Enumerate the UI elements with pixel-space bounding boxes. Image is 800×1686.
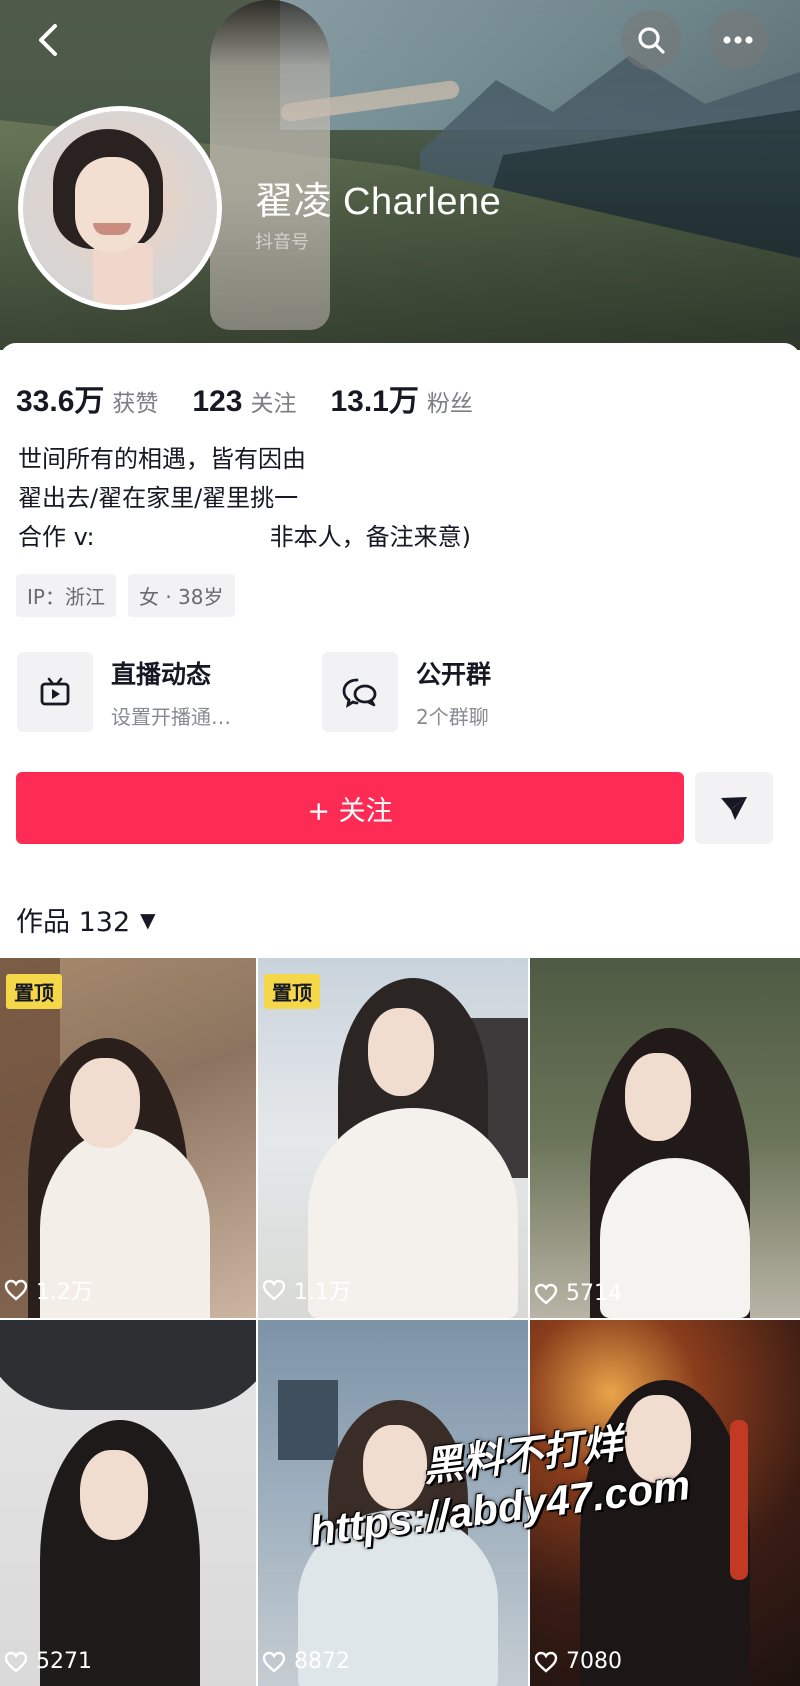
- tv-icon: [40, 677, 70, 706]
- stat-label: 粉丝: [426, 391, 473, 417]
- more-dots-icon: [723, 36, 753, 44]
- like-count: 1.2万: [4, 1274, 93, 1306]
- video-thumbnail[interactable]: 5271: [0, 1320, 256, 1686]
- avatar[interactable]: [18, 106, 222, 310]
- pinned-badge: 置顶: [264, 974, 320, 1009]
- pinned-badge: 置顶: [6, 974, 62, 1009]
- stat-label: 获赞: [112, 391, 159, 417]
- douyin-id-label: 抖音号: [255, 232, 309, 253]
- ip-location-tag: IP：浙江: [16, 574, 116, 617]
- live-feature-icon-box: [17, 652, 93, 732]
- profile-name: 翟凌 Charlene: [255, 181, 502, 223]
- stat-value: 13.1万: [330, 385, 419, 418]
- video-grid: 置顶 1.2万 置顶 1.1万 5714 5271 8872 7080: [0, 958, 800, 1686]
- heart-icon: [262, 1651, 286, 1673]
- chevron-left-icon: [39, 24, 57, 56]
- live-feature-title: 直播动态: [111, 659, 212, 689]
- chat-bubbles-icon: [342, 678, 377, 708]
- like-count-value: 5271: [36, 1649, 92, 1674]
- profile-card: [0, 343, 800, 953]
- caret-down-icon: ▼: [140, 907, 156, 932]
- like-count: 8872: [262, 1649, 350, 1674]
- works-count-label: 作品 132: [16, 907, 131, 938]
- heart-icon: [262, 1279, 286, 1301]
- group-feature-subtitle: 2个群聊: [416, 704, 489, 729]
- like-count: 1.1万: [262, 1274, 351, 1306]
- profile-tags: IP：浙江 女 · 38岁: [16, 574, 247, 617]
- like-count-value: 1.1万: [294, 1280, 351, 1305]
- gender-age-tag: 女 · 38岁: [127, 574, 235, 617]
- like-count-value: 8872: [294, 1649, 350, 1674]
- like-count-value: 7080: [566, 1649, 622, 1674]
- heart-icon: [4, 1651, 28, 1673]
- heart-icon: [534, 1651, 558, 1673]
- profile-bio: 世间所有的相遇，皆有因由 翟出去/翟在家里/翟里挑一 合作 v: 非本人，备注来意…: [18, 440, 471, 557]
- stat-value: 123: [192, 385, 243, 418]
- heart-icon: [534, 1283, 558, 1305]
- search-button[interactable]: [621, 10, 681, 70]
- like-count-value: 5714: [566, 1281, 622, 1306]
- bio-line-contact: 合作 v: 非本人，备注来意): [18, 518, 471, 557]
- stat-likes[interactable]: 33.6万 获赞: [16, 376, 158, 420]
- back-button[interactable]: [26, 18, 70, 62]
- live-feature[interactable]: 直播动态 设置开播通…: [17, 652, 231, 732]
- send-icon: [721, 797, 747, 820]
- follow-button[interactable]: + 关注: [16, 772, 684, 844]
- like-count: 7080: [534, 1649, 622, 1674]
- like-count: 5714: [534, 1281, 622, 1306]
- heart-icon: [4, 1279, 28, 1301]
- more-button[interactable]: [708, 10, 768, 70]
- search-icon: [638, 27, 665, 54]
- group-feature-icon-box: [322, 652, 398, 732]
- share-button[interactable]: [695, 772, 773, 844]
- stat-label: 关注: [250, 391, 297, 417]
- like-count-value: 1.2万: [36, 1280, 93, 1305]
- group-feature[interactable]: 公开群 2个群聊: [322, 652, 491, 732]
- stat-value: 33.6万: [16, 385, 105, 418]
- bio-contact-suffix: 非本人，备注来意): [269, 523, 471, 551]
- video-thumbnail[interactable]: 5714: [530, 958, 800, 1318]
- live-feature-subtitle: 设置开播通…: [111, 704, 231, 729]
- video-thumbnail[interactable]: 置顶 1.1万: [258, 958, 528, 1318]
- stat-following[interactable]: 123 关注: [192, 384, 296, 419]
- video-thumbnail[interactable]: 置顶 1.2万: [0, 958, 256, 1318]
- bio-contact-prefix: 合作 v:: [18, 523, 95, 551]
- bio-line: 翟出去/翟在家里/翟里挑一: [18, 484, 299, 512]
- group-feature-title: 公开群: [416, 659, 492, 689]
- like-count: 5271: [4, 1649, 92, 1674]
- works-tab[interactable]: 作品 132 ▼: [16, 900, 156, 939]
- profile-stats: 33.6万 获赞 123 关注 13.1万 粉丝: [16, 376, 507, 420]
- bio-line: 世间所有的相遇，皆有因由: [18, 445, 306, 473]
- stat-followers[interactable]: 13.1万 粉丝: [330, 376, 472, 420]
